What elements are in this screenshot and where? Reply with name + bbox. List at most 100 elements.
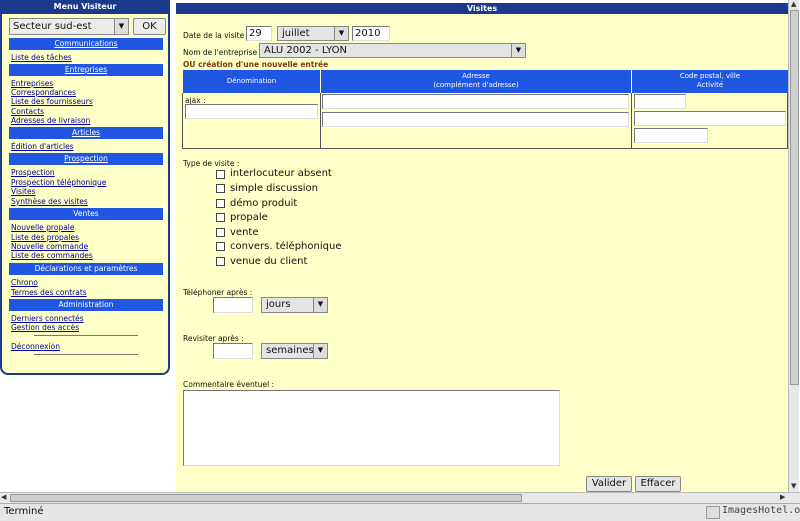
checkbox-demo-produit[interactable]: [216, 199, 225, 208]
sidebar-divider: [34, 354, 138, 355]
link-correspondances[interactable]: Correspondances: [11, 88, 76, 97]
ville-input[interactable]: [634, 111, 786, 126]
checkbox-venue-du-client[interactable]: [216, 257, 225, 266]
col-cp: Code postal, ville Activité: [632, 70, 788, 93]
clear-button[interactable]: Effacer: [635, 476, 681, 492]
col-adresse-title: Adresse: [462, 72, 490, 80]
activite-input[interactable]: [634, 128, 708, 143]
visit-type-option: venue du client: [230, 256, 308, 267]
date-label: Date de la visite :: [183, 31, 250, 40]
link-nouvelle-commande[interactable]: Nouvelle commande: [11, 242, 88, 251]
visites-panel: Visites Date de la visite : 29 juillet ▼…: [176, 3, 788, 492]
visit-type-option: démo produit: [230, 198, 298, 209]
section-ventes: Ventes: [9, 208, 163, 220]
revisiter-unit-value: semaines: [266, 345, 314, 356]
scroll-left-icon[interactable]: ◀: [1, 493, 6, 502]
adresse-input[interactable]: [322, 94, 629, 109]
scroll-down-icon[interactable]: ▼: [791, 482, 796, 491]
visit-type-option: convers. téléphonique: [230, 241, 342, 252]
section-declarations: Déclarations et paramètres: [9, 263, 163, 275]
link-liste-propales[interactable]: Liste des propales: [11, 233, 79, 242]
link-nouvelle-propale[interactable]: Nouvelle propale: [11, 223, 75, 232]
new-entry-label: OU création d'une nouvelle entrée: [183, 60, 329, 69]
sector-select-value: Secteur sud-est: [13, 21, 92, 32]
col-cp-sub: Activité: [696, 81, 724, 89]
checkbox-simple-discussion[interactable]: [216, 184, 225, 193]
revisiter-input[interactable]: [213, 343, 253, 359]
telephoner-unit-value: jours: [266, 299, 291, 310]
horizontal-scroll-thumb[interactable]: [10, 494, 522, 502]
visit-type-option: simple discussion: [230, 183, 319, 194]
visit-type-label: Type de visite :: [183, 159, 240, 168]
ok-button[interactable]: OK: [133, 18, 166, 35]
link-prospection-telephonique[interactable]: Prospection téléphonique: [11, 178, 106, 187]
section-entreprises[interactable]: Entreprises: [9, 64, 163, 76]
status-indicator-icon: [706, 506, 720, 519]
date-year-input[interactable]: 2010: [352, 26, 390, 41]
link-liste-taches[interactable]: Liste des tâches: [11, 53, 72, 62]
checkbox-convers-telephonique[interactable]: [216, 242, 225, 251]
section-administration: Administration: [9, 299, 163, 311]
code-postal-input[interactable]: [634, 94, 686, 109]
entreprise-value: ALU 2002 - LYON: [264, 45, 347, 56]
section-communications[interactable]: Communications: [9, 38, 163, 50]
checkbox-propale[interactable]: [216, 213, 225, 222]
horizontal-scrollbar[interactable]: ◀ ▶: [0, 492, 800, 503]
watermark: ImagesHotel.org: [722, 505, 800, 516]
link-termes-contrats[interactable]: Termes des contrats: [11, 288, 87, 297]
validate-button[interactable]: Valider: [586, 476, 632, 492]
link-deconnexion[interactable]: Déconnexion: [11, 342, 60, 351]
link-fournisseurs[interactable]: Liste des fournisseurs: [11, 97, 93, 106]
link-edition-articles[interactable]: Édition d'articles: [11, 142, 74, 151]
visit-type-option: interlocuteur absent: [230, 168, 332, 179]
comment-label: Commentaire éventuel :: [183, 380, 275, 389]
date-month-value: juillet: [282, 28, 310, 39]
link-prospection[interactable]: Prospection: [11, 168, 55, 177]
link-visites[interactable]: Visites: [11, 187, 36, 196]
sector-select[interactable]: Secteur sud-est ▼: [9, 18, 129, 35]
status-text: Terminé: [4, 506, 44, 517]
telephoner-input[interactable]: [213, 297, 253, 313]
complement-adresse-input[interactable]: [322, 112, 629, 127]
sidebar-menu: Menu Visiteur Secteur sud-est ▼ OK Commu…: [0, 0, 170, 375]
link-chrono[interactable]: Chrono: [11, 278, 38, 287]
vertical-scrollbar[interactable]: ▲ ▼: [788, 0, 799, 492]
chevron-down-icon[interactable]: ▼: [313, 344, 327, 358]
comment-textarea[interactable]: [183, 390, 560, 466]
chevron-down-icon[interactable]: ▼: [313, 298, 327, 312]
section-prospection[interactable]: Prospection: [9, 153, 163, 165]
col-adresse: Adresse (complément d'adresse): [321, 70, 631, 93]
telephoner-unit-select[interactable]: jours ▼: [261, 297, 328, 313]
checkbox-interlocuteur-absent[interactable]: [216, 170, 225, 179]
link-entreprises[interactable]: Entreprises: [11, 79, 53, 88]
visit-type-option: propale: [230, 212, 268, 223]
revisiter-unit-select[interactable]: semaines ▼: [261, 343, 328, 359]
scroll-right-icon[interactable]: ▶: [780, 493, 785, 502]
section-articles[interactable]: Articles: [9, 127, 163, 139]
col-denomination: Dénomination: [183, 70, 320, 93]
visit-type-option: vente: [230, 227, 259, 238]
sidebar-title: Menu Visiteur: [2, 0, 168, 14]
entreprise-label: Nom de l'entreprise :: [183, 48, 262, 57]
link-gestion-acces[interactable]: Gestion des accès: [11, 323, 79, 332]
link-contacts[interactable]: Contacts: [11, 107, 44, 116]
link-synthese-visites[interactable]: Synthèse des visites: [11, 197, 88, 206]
chevron-down-icon[interactable]: ▼: [114, 19, 128, 34]
denomination-input[interactable]: [185, 104, 318, 119]
revisiter-label: Revisiter après :: [183, 334, 244, 343]
link-liste-commandes[interactable]: Liste des commandes: [11, 251, 93, 260]
telephoner-label: Téléphoner après :: [183, 288, 253, 297]
chevron-down-icon[interactable]: ▼: [334, 27, 348, 40]
link-adresses-livraison[interactable]: Adresses de livraison: [11, 116, 90, 125]
date-day-input[interactable]: 29: [246, 26, 272, 41]
scroll-up-icon[interactable]: ▲: [791, 0, 796, 9]
checkbox-vente[interactable]: [216, 228, 225, 237]
page-title: Visites: [176, 3, 788, 14]
link-derniers-connectes[interactable]: Derniers connectés: [11, 314, 84, 323]
entreprise-select[interactable]: ALU 2002 - LYON ▼: [259, 43, 526, 58]
col-cp-title: Code postal, ville: [679, 72, 741, 80]
vertical-scroll-thumb[interactable]: [790, 10, 799, 385]
date-month-select[interactable]: juillet ▼: [277, 26, 349, 41]
status-bar: Terminé ImagesHotel.org: [0, 503, 800, 521]
chevron-down-icon[interactable]: ▼: [511, 44, 525, 57]
